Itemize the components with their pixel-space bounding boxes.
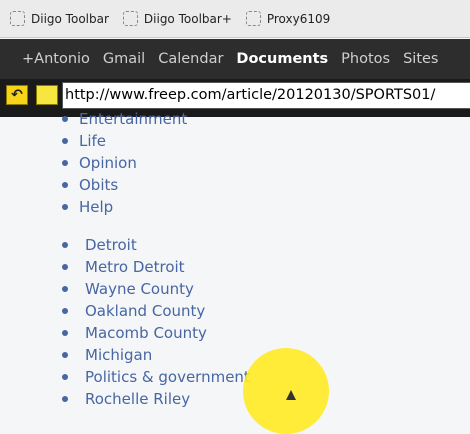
bookmark-label: Diigo Toolbar <box>31 11 109 26</box>
link-life[interactable]: Life <box>79 132 106 150</box>
list-item[interactable]: Wayne County <box>62 278 250 300</box>
bullet-icon <box>62 308 68 314</box>
list-item[interactable]: Opinion <box>62 152 187 174</box>
bookmark-placeholder-icon <box>10 11 25 26</box>
bullet-icon <box>62 160 68 166</box>
bullet-icon <box>62 242 68 248</box>
bookmark-diigo-toolbar-plus[interactable]: Diigo Toolbar+ <box>122 11 232 26</box>
bookmark-placeholder-icon <box>122 11 138 26</box>
link-metro-detroit[interactable]: Metro Detroit <box>85 258 185 276</box>
undo-icon[interactable]: ↶ <box>6 85 28 105</box>
list-item[interactable]: Life <box>62 130 187 152</box>
link-help[interactable]: Help <box>79 198 113 216</box>
bullet-icon <box>62 204 68 210</box>
bullet-icon <box>62 182 68 188</box>
section-links-list: Entertainment Life Opinion Obits Help <box>62 108 187 218</box>
nav-profile[interactable]: +Antonio <box>22 51 90 67</box>
bookmark-label: Diigo Toolbar+ <box>143 11 232 26</box>
list-item[interactable]: Oakland County <box>62 300 250 322</box>
bookmark-diigo-toolbar[interactable]: Diigo Toolbar <box>10 11 109 26</box>
link-politics-government[interactable]: Politics & government <box>85 368 250 386</box>
link-wayne-county[interactable]: Wayne County <box>85 280 194 298</box>
bullet-icon <box>62 286 68 292</box>
list-item[interactable]: Metro Detroit <box>62 256 250 278</box>
link-detroit[interactable]: Detroit <box>85 236 137 254</box>
nav-photos[interactable]: Photos <box>341 51 390 67</box>
bullet-icon <box>62 396 68 402</box>
link-entertainment[interactable]: Entertainment <box>79 110 187 128</box>
bookmark-label: Proxy6109 <box>266 11 331 26</box>
url-field[interactable]: http://www.freep.com/article/20120130/SP… <box>62 82 470 109</box>
google-nav-bar: +Antonio Gmail Calendar Documents Photos… <box>0 39 470 79</box>
nav-gmail[interactable]: Gmail <box>103 51 145 67</box>
link-rochelle-riley[interactable]: Rochelle Riley <box>85 390 190 408</box>
bookmark-proxy[interactable]: Proxy6109 <box>245 11 331 26</box>
bullet-icon <box>62 116 68 122</box>
bullet-icon <box>62 330 68 336</box>
list-item[interactable]: Detroit <box>62 234 250 256</box>
bookmark-placeholder-icon <box>245 11 261 26</box>
bullet-icon <box>62 138 68 144</box>
list-item[interactable]: Help <box>62 196 187 218</box>
highlight-tool-icon[interactable] <box>36 85 58 105</box>
mouse-pointer-icon <box>286 390 296 400</box>
bookmarks-toolbar: Diigo Toolbar Diigo Toolbar+ Proxy6109 <box>0 0 470 38</box>
link-michigan[interactable]: Michigan <box>85 346 152 364</box>
list-item[interactable]: Entertainment <box>62 108 187 130</box>
link-macomb-county[interactable]: Macomb County <box>85 324 207 342</box>
bullet-icon <box>62 374 68 380</box>
link-obits[interactable]: Obits <box>79 176 118 194</box>
nav-documents[interactable]: Documents <box>236 51 328 67</box>
bullet-icon <box>62 264 68 270</box>
link-opinion[interactable]: Opinion <box>79 154 137 172</box>
list-item[interactable]: Politics & government <box>62 366 250 388</box>
nav-calendar[interactable]: Calendar <box>158 51 223 67</box>
news-links-list: Detroit Metro Detroit Wayne County Oakla… <box>62 234 250 410</box>
list-item[interactable]: Macomb County <box>62 322 250 344</box>
list-item[interactable]: Obits <box>62 174 187 196</box>
list-item[interactable]: Michigan <box>62 344 250 366</box>
nav-sites[interactable]: Sites <box>403 51 438 67</box>
list-item[interactable]: Rochelle Riley <box>62 388 250 410</box>
bullet-icon <box>62 352 68 358</box>
link-oakland-county[interactable]: Oakland County <box>85 302 205 320</box>
